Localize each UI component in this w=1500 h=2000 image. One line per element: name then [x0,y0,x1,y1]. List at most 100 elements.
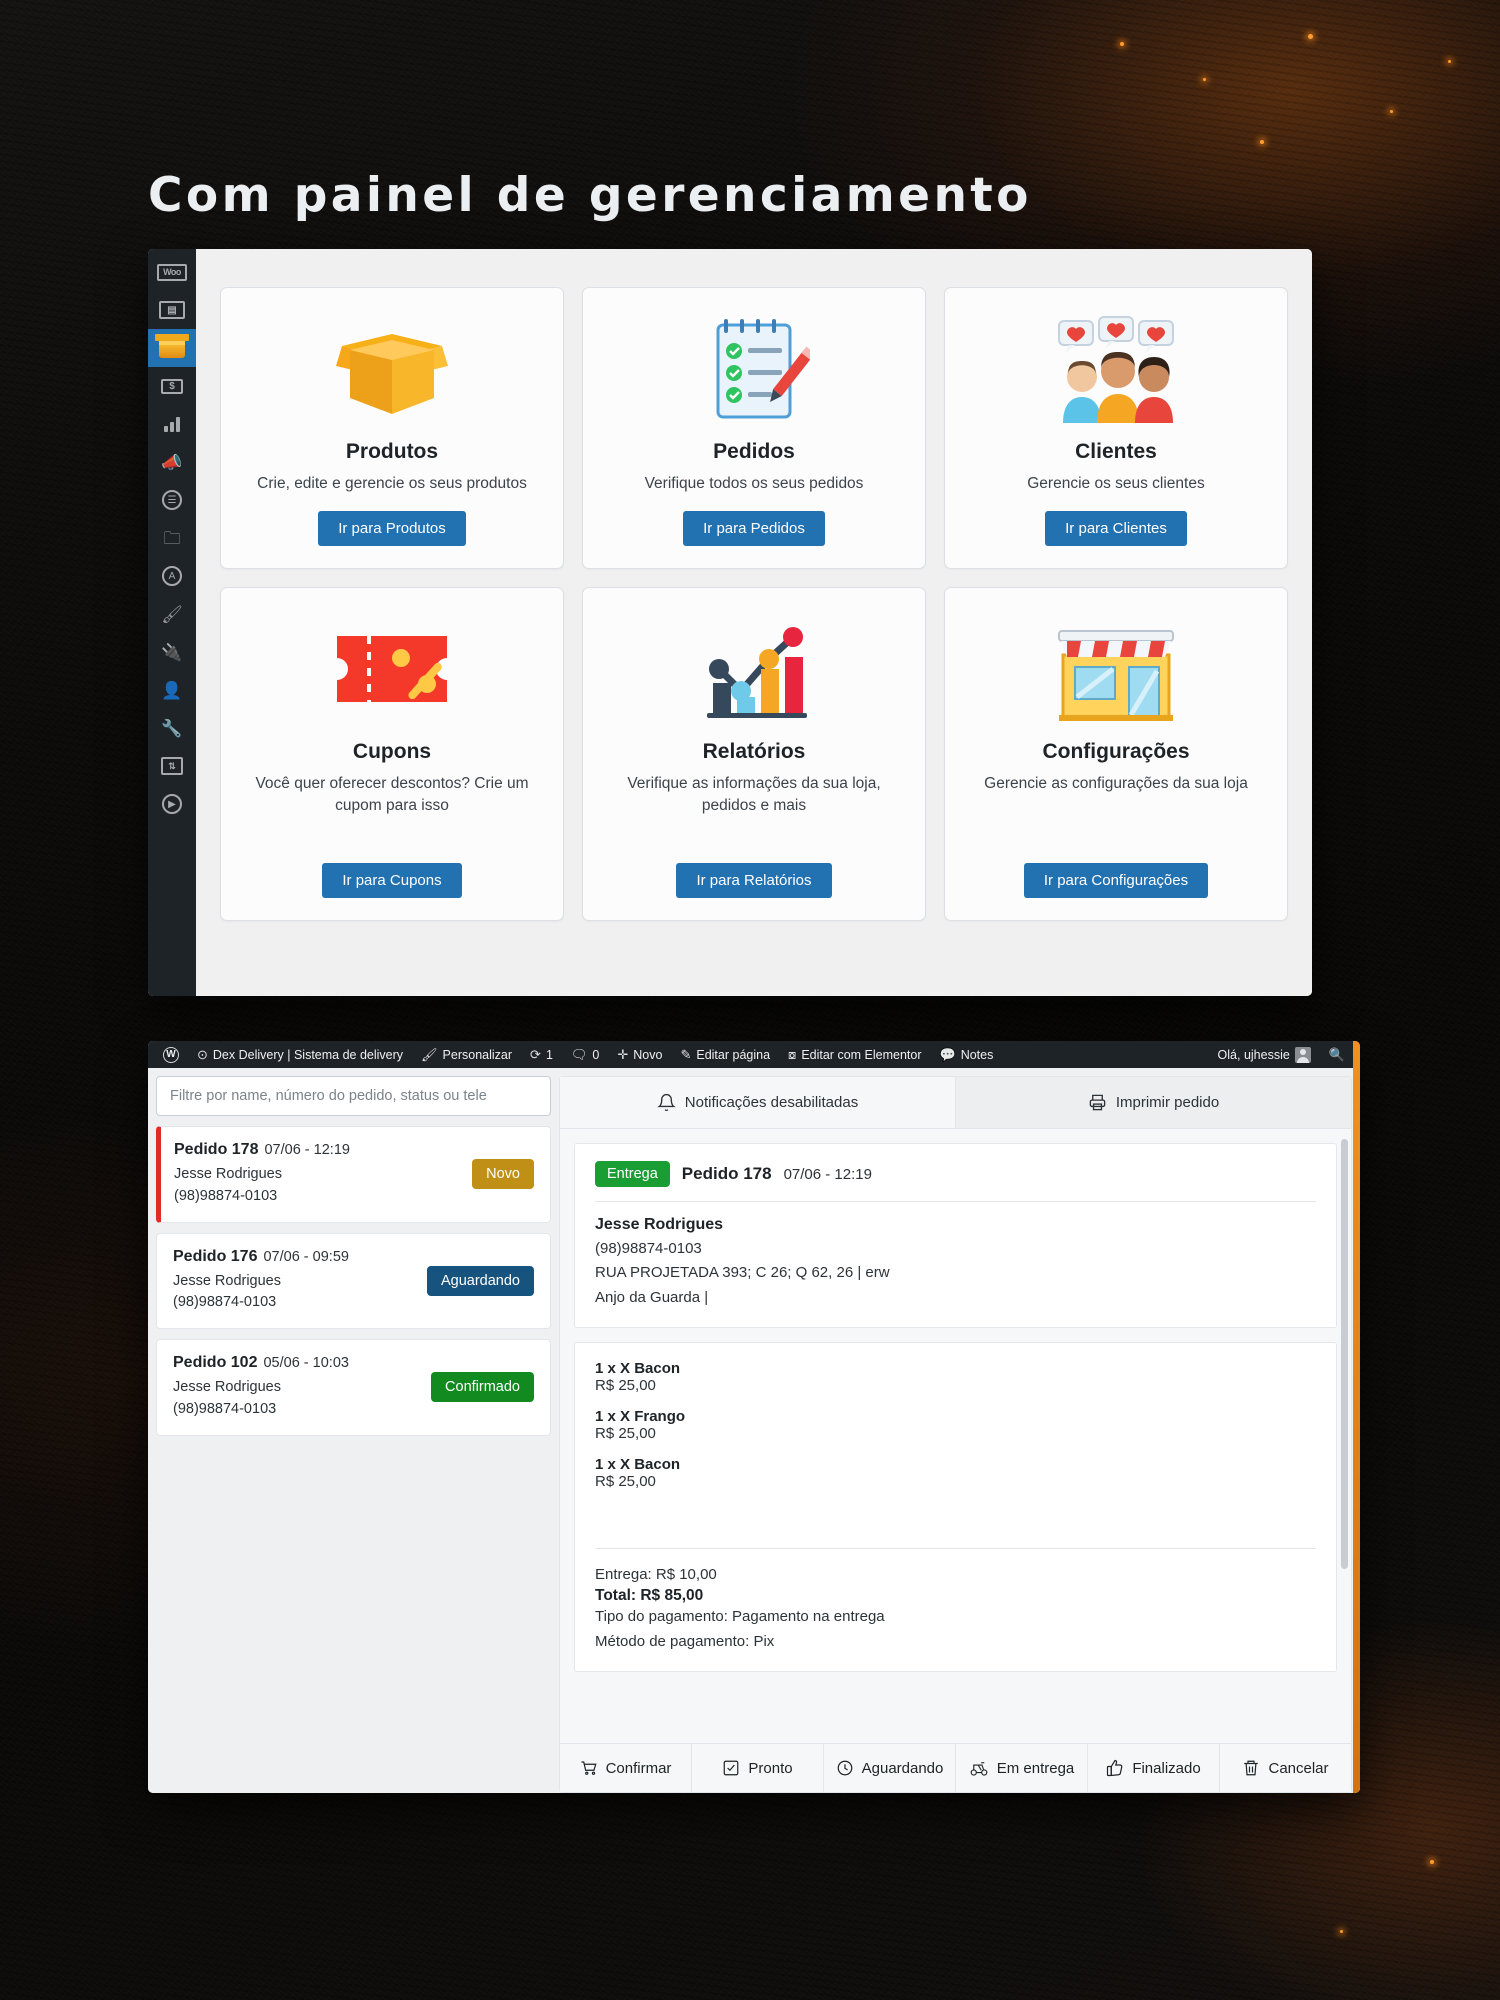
status-badge[interactable]: Confirmado [431,1372,534,1403]
sidebar-item-products[interactable] [148,329,196,367]
thumbs-up-icon [1107,1759,1123,1777]
card-title: Pedidos [713,440,795,463]
wp-logo-item[interactable]: W [154,1041,188,1068]
sidebar-item-settings[interactable]: ⇅ [148,747,196,785]
action-label: Confirmar [605,1759,672,1777]
edit-page-item[interactable]: ✎ Editar página [671,1041,779,1068]
sidebar-item-pages[interactable]: ▤ [148,291,196,329]
pages-icon: ▤ [159,301,185,319]
action-label: Em entrega [996,1759,1075,1777]
card-relatorios[interactable]: Relatórios Verifique as informações da s… [582,587,926,921]
customize-item[interactable]: 🖌 Personalizar [412,1041,521,1068]
account-item[interactable]: Olá, ujhessie [1209,1041,1320,1068]
divider [595,1201,1316,1202]
detail-toolbar: Notificações desabilitadas Imprimir pedi… [560,1077,1351,1129]
new-item[interactable]: ✛ Novo [608,1041,671,1068]
ember-particle [1448,60,1451,63]
order-summary: Pedido 178 07/06 - 12:19 Jesse Rodrigues … [174,1141,462,1208]
go-to-clientes-button[interactable]: Ir para Clientes [1045,511,1187,546]
cancel-action-button[interactable]: Cancelar [1219,1744,1351,1792]
edit-elementor-item[interactable]: ⧇ Editar com Elementor [779,1041,930,1068]
detail-order-datetime: 07/06 - 12:19 [783,1165,872,1183]
updates-item[interactable]: ⟳ 1 [521,1041,562,1068]
card-cupons[interactable]: Cupons Você quer oferecer descontos? Cri… [220,587,564,921]
search-item[interactable]: 🔍 [1320,1041,1354,1068]
go-to-produtos-button[interactable]: Ir para Produtos [318,511,466,546]
order-list-item[interactable]: Pedido 178 07/06 - 12:19 Jesse Rodrigues … [156,1126,551,1223]
order-total: Total: R$ 85,00 [595,1587,704,1605]
action-label: Aguardando [861,1759,944,1777]
go-to-cupons-button[interactable]: Ir para Cupons [322,863,462,898]
waiting-action-button[interactable]: Aguardando [823,1744,955,1792]
bell-icon [656,1093,676,1112]
order-list-item[interactable]: Pedido 102 05/06 - 10:03 Jesse Rodrigues … [156,1339,551,1436]
ready-action-button[interactable]: Pronto [691,1744,823,1792]
card-description: Verifique as informações da sua loja, pe… [627,775,881,814]
sidebar-item-users[interactable]: 👤 [148,671,196,709]
ember-particle [1340,1930,1343,1933]
card-configuracoes[interactable]: Configurações Gerencie as configurações … [944,587,1288,921]
out-for-delivery-action-button[interactable]: Em entrega [955,1744,1087,1792]
order-datetime: 07/06 - 12:19 [264,1142,350,1158]
card-description: Gerencie os seus clientes [1027,475,1205,492]
order-detail-header: Entrega Pedido 178 07/06 - 12:19 [595,1161,1316,1187]
trash-icon [1244,1760,1259,1776]
dex-delivery-screenshot: W ⊙ Dex Delivery | Sistema de delivery 🖌… [148,1041,1360,1793]
ember-particle [1260,140,1264,144]
order-customer: Jesse Rodrigues [173,1379,281,1395]
status-badge[interactable]: Aguardando [426,1265,534,1296]
sidebar-item-collapse[interactable]: ▶ [148,785,196,823]
check-square-icon [724,1760,739,1776]
comments-item[interactable]: 🗨 0 [562,1041,608,1068]
search-icon: 🔍 [1328,1046,1345,1062]
orders-filter-input[interactable] [156,1076,551,1116]
go-to-pedidos-button[interactable]: Ir para Pedidos [683,511,825,546]
order-item-name: 1 x X Frango [595,1407,686,1425]
plus-icon: ✛ [617,1046,629,1062]
card-produtos[interactable]: Produtos Crie, edite e gerencie os seus … [220,287,564,569]
sidebar-item-astra[interactable]: A [148,557,196,595]
sidebar-item-elementor[interactable]: ☰ [148,481,196,519]
sidebar-item-appearance[interactable]: 🖌 [148,595,196,633]
card-title: Produtos [345,440,439,463]
notes-item[interactable]: 💬 Notes [931,1041,1003,1068]
confirm-action-button[interactable]: Confirmar [560,1744,691,1792]
detail-scrollbar[interactable] [1341,1139,1348,1569]
site-name-item[interactable]: ⊙ Dex Delivery | Sistema de delivery [188,1041,412,1068]
bar-chart-icon [691,610,817,728]
user-icon: 👤 [161,680,183,700]
order-phone: (98)98874-0103 [174,1187,278,1204]
wrench-icon: 🔧 [161,718,183,738]
sidebar-item-analytics[interactable] [148,405,196,443]
go-to-relatorios-button[interactable]: Ir para Relatórios [676,863,832,898]
order-item-price: R$ 25,00 [595,1376,656,1394]
customize-label: Personalizar [442,1047,513,1062]
sidebar-item-woocommerce[interactable]: Woo [148,253,196,291]
order-number: Pedido 176 [173,1247,258,1265]
card-description: Você quer oferecer descontos? Crie um cu… [255,775,529,814]
paintbrush-icon: 🖌 [421,1046,438,1062]
wordpress-admin-sidebar[interactable]: Woo ▤ $ 📣 ☰ 🗀 A 🖌 🔌 👤 🔧 ⇅ ▶ [148,249,196,996]
edit-page-label: Editar página [696,1047,771,1062]
notifications-toggle[interactable]: Notificações desabilitadas [560,1077,955,1128]
print-order-button[interactable]: Imprimir pedido [955,1077,1351,1128]
go-to-configuracoes-button[interactable]: Ir para Configurações [1023,863,1209,898]
finished-action-button[interactable]: Finalizado [1087,1744,1219,1792]
wordpress-admin-bar[interactable]: W ⊙ Dex Delivery | Sistema de delivery 🖌… [148,1041,1360,1068]
order-list-item[interactable]: Pedido 176 07/06 - 09:59 Jesse Rodrigues … [156,1232,551,1329]
ember-particle [1430,1860,1434,1864]
ember-particle [1120,42,1124,46]
sidebar-item-plugins[interactable]: 🔌 [148,633,196,671]
payment-type: Tipo do pagamento: Pagamento na entrega [595,1608,885,1626]
detail-customer-phone: (98)98874-0103 [595,1240,702,1257]
card-clientes[interactable]: Clientes Gerencie os seus clientes Ir pa… [944,287,1288,569]
order-item-name: 1 x X Bacon [595,1359,681,1377]
sidebar-item-tools[interactable]: 🔧 [148,709,196,747]
card-pedidos[interactable]: Pedidos Verifique todos os seus pedidos … [582,287,926,569]
ember-particle [1203,78,1206,81]
status-badge[interactable]: Novo [472,1159,534,1190]
sidebar-item-media[interactable]: 🗀 [148,519,196,557]
detail-address-line1: RUA PROJETADA 393; C 26; Q 62, 26 | erw [595,1264,890,1282]
sidebar-item-marketing[interactable]: 📣 [148,443,196,481]
sidebar-item-payments[interactable]: $ [148,367,196,405]
